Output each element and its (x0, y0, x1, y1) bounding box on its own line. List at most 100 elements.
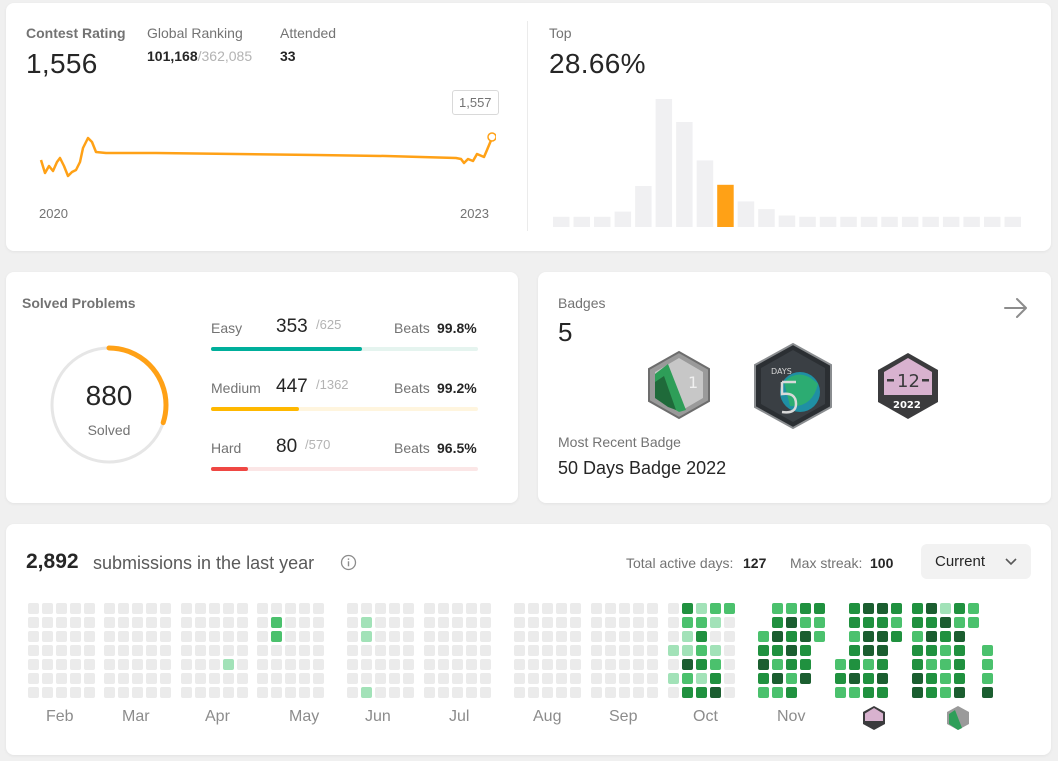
histogram-bar[interactable] (676, 122, 693, 227)
heatmap-cell[interactable] (863, 673, 874, 684)
heatmap-cell[interactable] (424, 673, 435, 684)
heatmap-cell[interactable] (223, 631, 234, 642)
heatmap-cell[interactable] (160, 631, 171, 642)
heatmap-cell[interactable] (814, 603, 825, 614)
heatmap-cell[interactable] (181, 659, 192, 670)
heatmap-cell[interactable] (647, 673, 658, 684)
heatmap-cell[interactable] (926, 673, 937, 684)
histogram-bar[interactable] (594, 216, 611, 227)
heatmap-cell[interactable] (285, 673, 296, 684)
heatmap-cell[interactable] (285, 603, 296, 614)
heatmap-cell[interactable] (223, 659, 234, 670)
heatmap-cell[interactable] (814, 631, 825, 642)
heatmap-cell[interactable] (542, 687, 553, 698)
heatmap-cell[interactable] (514, 603, 525, 614)
heatmap-cell[interactable] (257, 631, 268, 642)
histogram-bar[interactable] (819, 216, 837, 227)
heatmap-cell[interactable] (591, 631, 602, 642)
heatmap-cell[interactable] (619, 617, 630, 628)
heatmap-cell[interactable] (912, 603, 923, 614)
heatmap-cell[interactable] (542, 603, 553, 614)
heatmap-cell[interactable] (912, 687, 923, 698)
heatmap-cell[interactable] (954, 659, 965, 670)
heatmap-cell[interactable] (285, 687, 296, 698)
heatmap-cell[interactable] (619, 687, 630, 698)
heatmap-cell[interactable] (954, 687, 965, 698)
heatmap-cell[interactable] (195, 659, 206, 670)
badge-annual-icon[interactable]: 1 (646, 350, 712, 420)
heatmap-cell[interactable] (877, 617, 888, 628)
heatmap-cell[interactable] (514, 645, 525, 656)
heatmap-cell[interactable] (940, 617, 951, 628)
heatmap-cell[interactable] (452, 687, 463, 698)
heatmap-cell[interactable] (633, 687, 644, 698)
heatmap-cell[interactable] (389, 673, 400, 684)
heatmap-cell[interactable] (570, 687, 581, 698)
heatmap-cell[interactable] (912, 659, 923, 670)
heatmap-cell[interactable] (42, 645, 53, 656)
heatmap-cell[interactable] (70, 603, 81, 614)
heatmap-cell[interactable] (299, 645, 310, 656)
heatmap-cell[interactable] (480, 631, 491, 642)
heatmap-cell[interactable] (647, 687, 658, 698)
heatmap-cell[interactable] (375, 687, 386, 698)
heatmap-cell[interactable] (104, 603, 115, 614)
heatmap-cell[interactable] (605, 603, 616, 614)
heatmap-cell[interactable] (926, 659, 937, 670)
heatmap-cell[interactable] (912, 617, 923, 628)
heatmap-cell[interactable] (84, 673, 95, 684)
histogram-bar[interactable] (737, 201, 755, 227)
arrow-right-icon[interactable] (1002, 294, 1030, 322)
heatmap-cell[interactable] (570, 645, 581, 656)
heatmap-cell[interactable] (84, 603, 95, 614)
heatmap-cell[interactable] (84, 645, 95, 656)
heatmap-cell[interactable] (146, 603, 157, 614)
heatmap-cell[interactable] (195, 645, 206, 656)
top-histogram[interactable] (553, 95, 1025, 227)
heatmap-cell[interactable] (647, 659, 658, 670)
heatmap-cell[interactable] (556, 659, 567, 670)
heatmap-cell[interactable] (724, 687, 735, 698)
heatmap-cell[interactable] (466, 603, 477, 614)
heatmap-cell[interactable] (877, 687, 888, 698)
heatmap-cell[interactable] (668, 617, 679, 628)
heatmap-cell[interactable] (237, 603, 248, 614)
heatmap-cell[interactable] (42, 603, 53, 614)
heatmap-cell[interactable] (940, 687, 951, 698)
histogram-bar[interactable] (553, 216, 570, 227)
heatmap-cell[interactable] (724, 673, 735, 684)
heatmap-cell[interactable] (56, 617, 67, 628)
heatmap-cell[interactable] (195, 617, 206, 628)
heatmap-cell[interactable] (237, 631, 248, 642)
heatmap-cell[interactable] (786, 617, 797, 628)
heatmap-cell[interactable] (849, 631, 860, 642)
heatmap-cell[interactable] (361, 659, 372, 670)
heatmap-cell[interactable] (710, 673, 721, 684)
heatmap-cell[interactable] (209, 645, 220, 656)
heatmap-cell[interactable] (710, 659, 721, 670)
heatmap-cell[interactable] (982, 659, 993, 670)
heatmap-cell[interactable] (863, 603, 874, 614)
heatmap-cell[interactable] (271, 631, 282, 642)
heatmap-cell[interactable] (209, 659, 220, 670)
heatmap-cell[interactable] (800, 659, 811, 670)
heatmap-cell[interactable] (223, 645, 234, 656)
heatmap-cell[interactable] (912, 631, 923, 642)
heatmap-cell[interactable] (514, 659, 525, 670)
heatmap-cell[interactable] (181, 673, 192, 684)
heatmap-cell[interactable] (452, 673, 463, 684)
heatmap-cell[interactable] (772, 631, 783, 642)
heatmap-cell[interactable] (104, 631, 115, 642)
heatmap-cell[interactable] (668, 645, 679, 656)
heatmap-cell[interactable] (56, 603, 67, 614)
heatmap-cell[interactable] (696, 673, 707, 684)
heatmap-cell[interactable] (591, 673, 602, 684)
heatmap-cell[interactable] (42, 659, 53, 670)
heatmap-cell[interactable] (299, 687, 310, 698)
heatmap-cell[interactable] (772, 659, 783, 670)
heatmap-cell[interactable] (466, 631, 477, 642)
heatmap-cell[interactable] (70, 673, 81, 684)
heatmap-cell[interactable] (619, 645, 630, 656)
heatmap-cell[interactable] (56, 673, 67, 684)
heatmap-cell[interactable] (118, 687, 129, 698)
